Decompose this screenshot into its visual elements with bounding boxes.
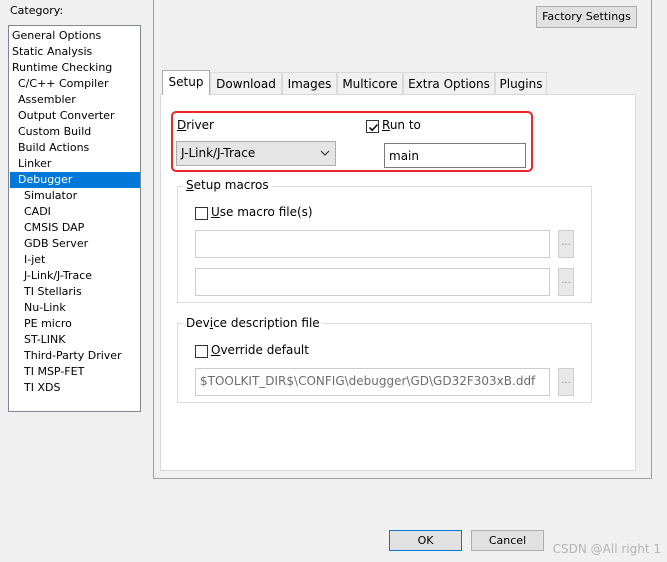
highlight-annotation	[171, 111, 533, 172]
ok-button[interactable]: OK	[389, 530, 462, 551]
macro-file-2-input[interactable]	[195, 268, 550, 296]
category-item-output-converter[interactable]: Output Converter	[10, 108, 140, 124]
category-item-general-options[interactable]: General Options	[10, 28, 140, 44]
setup-macros-title: Setup macros	[183, 178, 272, 192]
use-macro-checkbox[interactable]	[195, 207, 208, 220]
tab-images[interactable]: Images	[282, 72, 337, 94]
category-item-ti-xds[interactable]: TI XDS	[10, 380, 140, 396]
tab-extra-options[interactable]: Extra Options	[403, 72, 495, 94]
category-item-third-party-driver[interactable]: Third-Party Driver	[10, 348, 140, 364]
category-item-cadi[interactable]: CADI	[10, 204, 140, 220]
category-item-custom-build[interactable]: Custom Build	[10, 124, 140, 140]
tab-setup[interactable]: Setup	[162, 70, 210, 95]
cancel-button[interactable]: Cancel	[471, 530, 544, 551]
tab-multicore[interactable]: Multicore	[337, 72, 403, 94]
category-label: Category:	[10, 4, 64, 17]
category-item-static-analysis[interactable]: Static Analysis	[10, 44, 140, 60]
tab-download[interactable]: Download	[210, 72, 282, 94]
watermark: CSDN @All right 1	[552, 542, 661, 556]
macro-file-1-input[interactable]	[195, 230, 550, 258]
category-item-ti-msp-fet[interactable]: TI MSP-FET	[10, 364, 140, 380]
factory-settings-button[interactable]: Factory Settings	[536, 6, 637, 28]
device-description-title: Device description file	[183, 316, 323, 330]
category-item-st-link[interactable]: ST-LINK	[10, 332, 140, 348]
macro-file-1-browse-button[interactable]: ...	[558, 230, 574, 258]
override-default-checkbox[interactable]	[195, 345, 208, 358]
device-description-browse-button[interactable]: ...	[558, 368, 574, 396]
category-item-build-actions[interactable]: Build Actions	[10, 140, 140, 156]
category-item-cmsis-dap[interactable]: CMSIS DAP	[10, 220, 140, 236]
category-item-linker[interactable]: Linker	[10, 156, 140, 172]
tab-plugins[interactable]: Plugins	[495, 72, 547, 94]
override-default-label[interactable]: Override default	[211, 343, 309, 357]
category-item-ti-stellaris[interactable]: TI Stellaris	[10, 284, 140, 300]
macro-file-2-browse-button[interactable]: ...	[558, 268, 574, 296]
use-macro-label[interactable]: Use macro file(s)	[211, 205, 313, 219]
category-item-assembler[interactable]: Assembler	[10, 92, 140, 108]
category-item-c-c-compiler[interactable]: C/C++ Compiler	[10, 76, 140, 92]
category-item-pe-micro[interactable]: PE micro	[10, 316, 140, 332]
category-item-nu-link[interactable]: Nu-Link	[10, 300, 140, 316]
category-item-runtime-checking[interactable]: Runtime Checking	[10, 60, 140, 76]
category-item-i-jet[interactable]: I-jet	[10, 252, 140, 268]
device-description-path-input[interactable]: $TOOLKIT_DIR$\CONFIG\debugger\GD\GD32F30…	[195, 368, 550, 396]
category-item-simulator[interactable]: Simulator	[10, 188, 140, 204]
category-item-j-link-j-trace[interactable]: J-Link/J-Trace	[10, 268, 140, 284]
category-item-gdb-server[interactable]: GDB Server	[10, 236, 140, 252]
category-list[interactable]: General Options Static Analysis Runtime Ch…	[8, 25, 141, 412]
category-item-debugger[interactable]: Debugger	[10, 172, 140, 188]
